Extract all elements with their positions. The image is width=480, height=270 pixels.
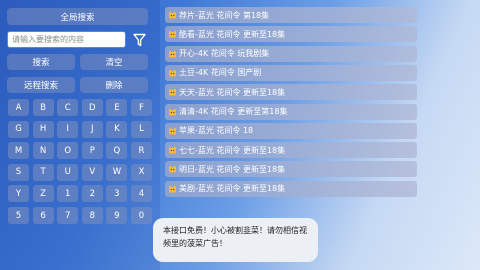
key-8[interactable]: 8	[81, 207, 103, 224]
key-g[interactable]: G	[8, 120, 29, 138]
clear-button[interactable]: 清空	[80, 54, 148, 70]
result-item[interactable]: 天天-蓝光 花间令 更新至18集	[165, 84, 417, 101]
cat-icon	[168, 69, 177, 77]
result-item-label: 苹果-蓝光 花间令 18	[179, 126, 254, 136]
key-3[interactable]: 3	[106, 185, 128, 203]
key-9[interactable]: 9	[106, 207, 128, 224]
key-w[interactable]: W	[106, 163, 128, 181]
delete-button-label: 删除	[105, 81, 123, 91]
key-z[interactable]: Z	[32, 185, 54, 203]
cat-icon	[168, 165, 177, 173]
key-6[interactable]: 6	[32, 207, 54, 224]
key-f[interactable]: F	[131, 99, 152, 116]
search-input[interactable]: 请输入要搜索的内容	[7, 31, 126, 48]
result-item-label: 天天-蓝光 花间令 更新至18集	[179, 87, 286, 97]
result-item[interactable]: 酷看-蓝光 花间令 更新至18集	[165, 26, 417, 43]
filter-icon	[133, 33, 146, 46]
key-d[interactable]: D	[81, 99, 103, 116]
cat-icon	[168, 127, 177, 135]
remote-search-label: 远程搜索	[23, 81, 58, 91]
result-item-label: 美剧-蓝光 花间令 更新至18集	[179, 184, 286, 194]
cat-icon	[168, 88, 177, 96]
clear-button-label: 清空	[105, 58, 123, 68]
key-j[interactable]: J	[81, 120, 103, 138]
key-t[interactable]: T	[32, 163, 54, 181]
result-item-label: 开心-4K 花间令 玩我剧集	[179, 49, 270, 59]
key-v[interactable]: V	[81, 163, 103, 181]
key-n[interactable]: N	[32, 142, 54, 160]
result-item-label: 土豆-4K 花间令 国产剧	[179, 68, 262, 78]
notice-toast: 本接口免费！小心被割韭菜！请勿相信视 频里的菠菜广告！	[153, 218, 318, 262]
result-item-label: 酷看-蓝光 花间令 更新至18集	[179, 29, 286, 39]
key-s[interactable]: S	[8, 163, 29, 181]
result-item[interactable]: 美剧-蓝光 花间令 更新至18集	[165, 180, 417, 197]
key-u[interactable]: U	[57, 163, 79, 181]
key-p[interactable]: P	[81, 142, 103, 160]
result-item-label: 荐片-蓝光 花间令 第18集	[179, 10, 270, 20]
result-item[interactable]: 苹果-蓝光 花间令 18	[165, 122, 417, 139]
search-placeholder: 请输入要搜索的内容	[12, 35, 84, 44]
notice-line-1: 本接口免费！小心被割韭菜！请勿相信视	[163, 226, 307, 235]
result-item[interactable]: 清清-4K 花间令 更新至第18集	[165, 103, 417, 120]
cat-icon	[168, 146, 177, 154]
key-2[interactable]: 2	[81, 185, 103, 203]
key-e[interactable]: E	[106, 99, 128, 116]
result-item[interactable]: 荐片-蓝光 花间令 第18集	[165, 7, 417, 23]
key-0[interactable]: 0	[131, 207, 152, 224]
filter-button[interactable]	[131, 30, 148, 49]
remote-search-button[interactable]: 远程搜索	[7, 77, 75, 93]
result-item-label: 清清-4K 花间令 更新至第18集	[179, 107, 288, 116]
key-5[interactable]: 5	[8, 207, 29, 224]
key-q[interactable]: Q	[106, 142, 128, 160]
key-1[interactable]: 1	[57, 185, 79, 203]
key-a[interactable]: A	[8, 99, 29, 116]
notice-line-2: 频里的菠菜广告！	[163, 239, 227, 248]
cat-icon	[168, 107, 177, 116]
result-item[interactable]: 明日-蓝光 花间令 更新至18集	[165, 161, 417, 178]
search-button[interactable]: 搜索	[7, 54, 75, 70]
key-l[interactable]: L	[131, 120, 152, 138]
key-h[interactable]: H	[32, 120, 54, 138]
key-r[interactable]: R	[131, 142, 152, 160]
result-item[interactable]: 土豆-4K 花间令 国产剧	[165, 64, 417, 81]
key-7[interactable]: 7	[57, 207, 79, 224]
key-4[interactable]: 4	[131, 185, 152, 203]
global-search-label: 全局搜索	[60, 12, 95, 23]
key-m[interactable]: M	[8, 142, 29, 160]
cat-icon	[168, 30, 177, 38]
result-item[interactable]: 七七-蓝光 花间令 更新至18集	[165, 142, 417, 159]
search-button-label: 搜索	[32, 58, 50, 68]
cat-icon	[168, 185, 177, 193]
result-item-label: 明日-蓝光 花间令 更新至18集	[179, 164, 286, 174]
key-k[interactable]: K	[106, 120, 128, 138]
key-o[interactable]: O	[57, 142, 79, 160]
key-x[interactable]: X	[131, 163, 152, 181]
result-item[interactable]: 开心-4K 花间令 玩我剧集	[165, 45, 417, 62]
key-b[interactable]: B	[32, 99, 54, 116]
key-i[interactable]: I	[57, 120, 79, 138]
result-item-label: 七七-蓝光 花间令 更新至18集	[179, 145, 286, 155]
global-search-button[interactable]: 全局搜索	[7, 8, 148, 25]
key-c[interactable]: C	[57, 99, 79, 116]
cat-icon	[168, 50, 177, 58]
key-y[interactable]: Y	[8, 185, 29, 203]
cat-icon	[168, 11, 177, 19]
delete-button[interactable]: 删除	[80, 77, 148, 93]
